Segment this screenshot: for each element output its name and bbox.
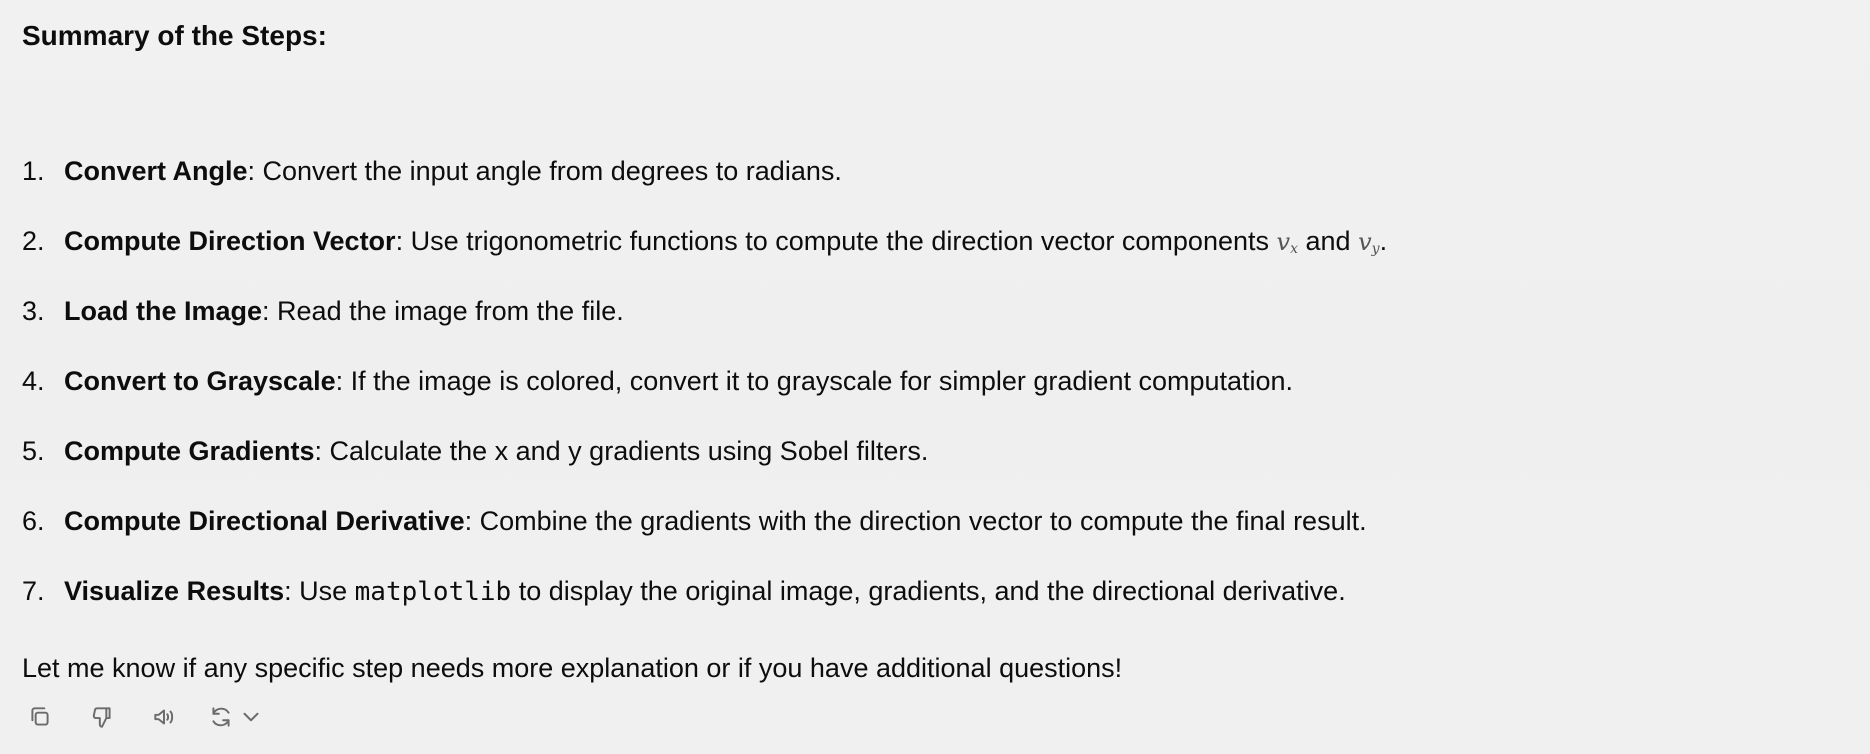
thumbs-down-icon [92, 707, 111, 728]
step-text: : Calculate the x and y gradients using … [314, 436, 929, 466]
step-content: Convert to Grayscale: If the image is co… [64, 346, 1293, 416]
copy-button[interactable] [22, 700, 58, 734]
step-content: Compute Gradients: Calculate the x and y… [64, 416, 928, 486]
math-vy: vy [1358, 228, 1380, 257]
regenerate-icon [212, 707, 230, 727]
math-vy-subscript: y [1371, 241, 1380, 257]
closing-message: Let me know if any specific step needs m… [22, 653, 1123, 683]
step-number: 6. [22, 506, 45, 536]
step-item: 3. Load the Image: Read the image from t… [22, 276, 1842, 346]
step-text: : Read the image from the file. [262, 296, 624, 326]
step-content: Visualize Results: Use matplotlib to dis… [64, 556, 1346, 627]
step-title: Compute Direction Vector [64, 226, 396, 256]
read-aloud-button[interactable] [146, 700, 182, 734]
bad-response-button[interactable] [84, 700, 120, 734]
step-text: : Use trigonometric functions to compute… [395, 226, 1269, 256]
math-vx-subscript: x [1290, 241, 1298, 257]
step-number: 2. [22, 226, 45, 256]
step-text: : If the image is colored, convert it to… [335, 366, 1294, 396]
math-vx-base: v [1276, 228, 1291, 256]
inline-code: matplotlib [354, 577, 512, 607]
copy-icon [31, 707, 49, 726]
step-number: 5. [22, 436, 45, 466]
chevron-down-icon [243, 712, 259, 722]
step-end-punctuation: . [1379, 226, 1388, 256]
message-actions [22, 700, 264, 734]
step-number: 3. [22, 296, 45, 326]
step-title: Convert to Grayscale [64, 366, 336, 396]
step-text: : Convert the input angle from degrees t… [247, 156, 842, 186]
read-aloud-icon [154, 709, 174, 725]
step-item: 4. Convert to Grayscale: If the image is… [22, 346, 1842, 416]
step-text-after-code: to display the original image, gradients… [518, 576, 1346, 606]
math-connector: and [1305, 226, 1351, 256]
step-item: 1. Convert Angle: Convert the input angl… [22, 136, 1842, 206]
step-item: 2. Compute Direction Vector: Use trigono… [22, 206, 1842, 276]
math-vy-base: v [1358, 228, 1372, 256]
step-content: Convert Angle: Convert the input angle f… [64, 136, 842, 206]
step-title: Load the Image [64, 296, 263, 326]
step-number: 1. [22, 156, 45, 186]
step-title: Compute Gradients [64, 436, 315, 466]
step-content: Compute Direction Vector: Use trigonomet… [64, 206, 1387, 284]
step-text: : Combine the gradients with the directi… [464, 506, 1367, 536]
step-content: Load the Image: Read the image from the … [64, 276, 624, 346]
step-title: Visualize Results [64, 576, 285, 606]
math-vx: vx [1276, 228, 1298, 257]
step-item: 7. Visualize Results: Use matplotlib to … [22, 556, 1842, 626]
step-number: 7. [22, 576, 45, 606]
step-item: 5. Compute Gradients: Calculate the x an… [22, 416, 1842, 486]
assistant-message: Summary of the Steps: 1. Convert Angle: … [22, 16, 1842, 683]
step-number: 4. [22, 366, 45, 396]
step-title: Compute Directional Derivative [64, 506, 465, 536]
summary-heading: Summary of the Steps: [22, 20, 327, 51]
step-content: Compute Directional Derivative: Combine … [64, 486, 1367, 556]
step-text: : Use [284, 576, 348, 606]
steps-list: 1. Convert Angle: Convert the input angl… [22, 136, 1842, 626]
step-title: Convert Angle [64, 156, 248, 186]
regenerate-button[interactable] [208, 704, 264, 730]
step-item: 6. Compute Directional Derivative: Combi… [22, 486, 1842, 556]
